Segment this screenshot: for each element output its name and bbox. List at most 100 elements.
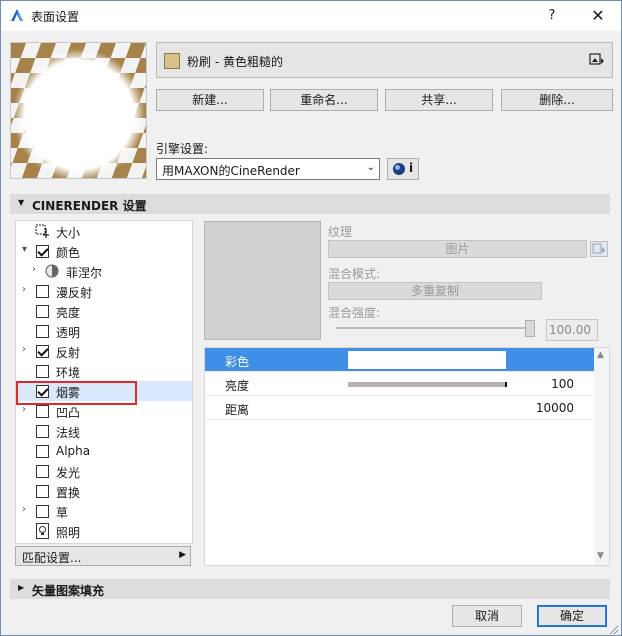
property-name: 彩色	[225, 355, 250, 369]
channel-item-color[interactable]: ▾ 颜色	[16, 241, 192, 261]
property-name: 距离	[225, 403, 250, 417]
channel-checkbox[interactable]	[36, 305, 49, 318]
chevron-down-icon: ⌄	[366, 162, 375, 173]
channel-item-diffuse[interactable]: › 漫反射	[16, 281, 192, 301]
property-value[interactable]: 10000	[536, 401, 574, 415]
channel-checkbox[interactable]	[36, 245, 49, 258]
blend-strength-slider-thumb[interactable]	[525, 320, 535, 337]
channel-item-illumination[interactable]: 照明	[16, 521, 192, 541]
expand-arrow-icon[interactable]: ▾	[22, 244, 32, 255]
channel-checkbox[interactable]	[36, 365, 49, 378]
match-settings-label: 匹配设置...	[22, 551, 82, 565]
lightbulb-icon	[36, 523, 49, 539]
property-row-brightness[interactable]: 亮度 100	[205, 372, 594, 396]
highlight-annotation-box	[16, 381, 137, 405]
channel-checkbox[interactable]	[36, 405, 49, 418]
channel-item-displacement[interactable]: 置换	[16, 481, 192, 501]
channel-item-alpha[interactable]: Alpha	[16, 441, 192, 461]
material-menu-icon[interactable]	[589, 53, 605, 67]
channel-label: 草	[56, 506, 69, 520]
channel-item-normal[interactable]: 法线	[16, 421, 192, 441]
expand-arrow-icon[interactable]: ›	[32, 264, 42, 275]
size-icon	[35, 224, 49, 238]
channel-label: 环境	[56, 366, 81, 380]
expand-arrow-icon[interactable]: ›	[22, 344, 32, 355]
channel-item-luminance[interactable]: 亮度	[16, 301, 192, 321]
material-name: 粉刷 - 黄色粗糙的	[187, 55, 283, 69]
ok-button[interactable]: 确定	[537, 605, 607, 627]
expand-arrow-icon[interactable]: ›	[22, 404, 32, 415]
new-button[interactable]: 新建...	[156, 89, 264, 111]
close-button[interactable]: ✕	[587, 5, 609, 27]
info-icon: i	[409, 161, 414, 175]
expand-arrow-icon[interactable]: ›	[22, 504, 32, 515]
delete-button[interactable]: 删除...	[501, 89, 613, 111]
channel-label: 亮度	[56, 306, 81, 320]
property-value[interactable]: 100	[551, 377, 574, 391]
material-selector[interactable]: 粉刷 - 黄色粗糙的	[156, 42, 613, 78]
resize-grip-icon[interactable]	[607, 623, 619, 635]
channel-label: 照明	[56, 526, 81, 540]
cancel-button[interactable]: 取消	[452, 605, 522, 627]
material-preview	[10, 42, 147, 179]
channel-label: 颜色	[56, 246, 81, 260]
blend-mode-dropdown[interactable]: 多重复制	[328, 282, 542, 300]
share-button[interactable]: 共享...	[385, 89, 493, 111]
channel-label: Alpha	[56, 444, 91, 458]
cinerender-section-header[interactable]: ▼ CINERENDER 设置	[10, 194, 610, 214]
cinerender-section-title: CINERENDER 设置	[32, 199, 147, 213]
surface-settings-dialog: 表面设置 ? ✕ 粉刷 - 黄色粗糙的 新建... 重命名... 共享... 删…	[0, 0, 622, 636]
channel-checkbox[interactable]	[36, 445, 49, 458]
channel-label: 漫反射	[56, 286, 93, 300]
channel-checkbox[interactable]	[36, 325, 49, 338]
color-value-swatch[interactable]	[348, 351, 506, 369]
channel-item-environment[interactable]: 环境	[16, 361, 192, 381]
channel-item-size[interactable]: 大小	[16, 221, 192, 241]
channel-item-fresnel[interactable]: › 菲涅尔	[16, 261, 192, 281]
archicad-app-icon	[11, 9, 23, 21]
channel-label: 法线	[56, 426, 81, 440]
engine-settings-label: 引擎设置:	[156, 142, 209, 156]
cinema4d-icon	[393, 163, 405, 175]
scroll-up-icon[interactable]: ▲	[597, 350, 604, 360]
channel-label: 反射	[56, 346, 81, 360]
channel-checkbox[interactable]	[36, 465, 49, 478]
channel-label: 菲涅尔	[66, 266, 103, 280]
fog-property-table: 彩色 亮度 100 距离 10000 ▲ ▼	[204, 347, 610, 566]
channel-label: 凹凸	[56, 406, 81, 420]
brightness-bar[interactable]	[348, 382, 507, 387]
channel-label: 发光	[56, 466, 81, 480]
property-row-distance[interactable]: 距离 10000	[205, 396, 594, 420]
blend-strength-slider-track[interactable]	[336, 327, 531, 329]
channel-checkbox[interactable]	[36, 505, 49, 518]
expand-arrow-icon[interactable]: ›	[22, 284, 32, 295]
channel-label: 透明	[56, 326, 81, 340]
blend-strength-label: 混合强度:	[328, 306, 381, 320]
channel-item-glow[interactable]: 发光	[16, 461, 192, 481]
blend-strength-value[interactable]: 100.00	[546, 319, 598, 341]
channel-checkbox[interactable]	[36, 485, 49, 498]
texture-menu-icon[interactable]	[590, 241, 608, 257]
help-button[interactable]: ?	[541, 5, 563, 27]
expand-arrow-icon: ▶	[18, 583, 25, 592]
channel-checkbox[interactable]	[36, 285, 49, 298]
channel-item-grass[interactable]: › 草	[16, 501, 192, 521]
channel-checkbox[interactable]	[36, 345, 49, 358]
title-bar[interactable]: 表面设置 ? ✕	[1, 1, 621, 31]
channel-item-transparency[interactable]: 透明	[16, 321, 192, 341]
texture-image-button[interactable]: 图片	[328, 240, 587, 258]
engine-dropdown[interactable]: 用MAXON的CineRender ⌄	[156, 158, 380, 180]
material-color-swatch	[164, 53, 180, 69]
property-row-color[interactable]: 彩色	[205, 348, 594, 372]
channel-checkbox[interactable]	[36, 425, 49, 438]
vector-fill-section-header[interactable]: ▶ 矢量图案填充	[10, 579, 610, 599]
blend-mode-label: 混合模式:	[328, 267, 381, 281]
texture-preview[interactable]	[204, 221, 321, 340]
match-settings-button[interactable]: 匹配设置... ▶	[15, 546, 191, 566]
cinema4d-info-button[interactable]: i	[387, 158, 419, 180]
property-scrollbar[interactable]: ▲ ▼	[594, 348, 609, 565]
scroll-down-icon[interactable]: ▼	[597, 551, 604, 561]
channel-item-reflection[interactable]: › 反射	[16, 341, 192, 361]
engine-selected-value: 用MAXON的CineRender	[162, 164, 300, 178]
rename-button[interactable]: 重命名...	[270, 89, 378, 111]
